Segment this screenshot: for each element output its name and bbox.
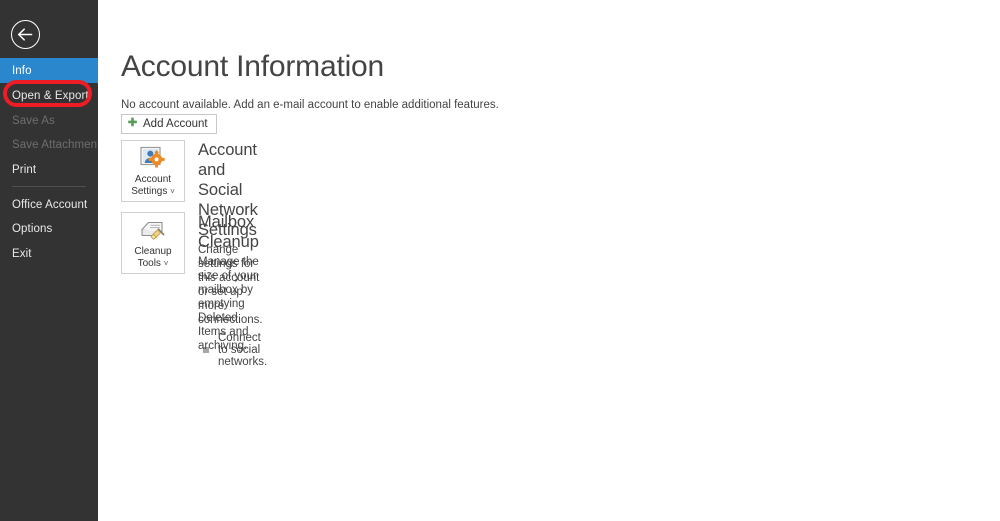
sidebar-item-office-account[interactable]: Office Account — [0, 192, 98, 217]
sidebar-item-label: Info — [12, 64, 32, 77]
mailbox-cleanup-text-block: Mailbox Cleanup Manage the size of your … — [198, 212, 259, 353]
cleanup-tools-button[interactable]: Cleanup Tools ˅ — [121, 212, 185, 274]
cleanup-tools-icon — [139, 217, 167, 245]
chevron-down-icon: ˅ — [163, 258, 169, 268]
sidebar-item-save-attachments: Save Attachments — [0, 132, 106, 157]
chevron-down-icon: ˅ — [170, 186, 175, 196]
add-account-button[interactable]: Add Account — [121, 114, 217, 134]
account-settings-button-label: Account Settings ˅ — [131, 174, 175, 197]
no-account-message: No account available. Add an e-mail acco… — [121, 99, 499, 111]
sidebar-item-label: Office Account — [12, 198, 88, 211]
sidebar-item-label: Open & Export — [12, 89, 89, 102]
account-settings-button[interactable]: Account Settings ˅ — [121, 140, 185, 202]
sidebar-item-label: Options — [12, 222, 53, 235]
backstage-main-panel: Account Information No account available… — [98, 0, 1000, 521]
sidebar-divider — [12, 186, 86, 187]
section-description: Manage the size of your mailbox by empty… — [198, 256, 259, 352]
plus-icon — [127, 117, 138, 131]
sidebar-item-save-as: Save As — [0, 108, 98, 133]
sidebar-item-label: Exit — [12, 247, 32, 260]
sidebar-item-label: Save Attachments — [12, 138, 107, 151]
account-settings-icon — [139, 145, 167, 173]
page-title: Account Information — [121, 50, 385, 83]
sidebar-item-exit[interactable]: Exit — [0, 241, 98, 266]
backstage-sidebar: Info Open & Export Save As Save Attachme… — [0, 0, 106, 521]
section-heading: Mailbox Cleanup — [198, 213, 259, 251]
sidebar-item-options[interactable]: Options — [0, 216, 98, 241]
cleanup-tools-button-label: Cleanup Tools ˅ — [134, 246, 172, 269]
back-arrow-icon[interactable] — [11, 20, 40, 49]
sidebar-item-info[interactable]: Info — [0, 58, 105, 83]
backstage-view: Info Open & Export Save As Save Attachme… — [0, 0, 1000, 521]
sidebar-item-label: Print — [12, 163, 37, 176]
sidebar-item-open-and-export[interactable]: Open & Export — [0, 83, 98, 108]
add-account-button-label: Add Account — [143, 118, 208, 130]
sidebar-item-label: Save As — [12, 114, 55, 127]
sidebar-item-print[interactable]: Print — [0, 157, 98, 182]
